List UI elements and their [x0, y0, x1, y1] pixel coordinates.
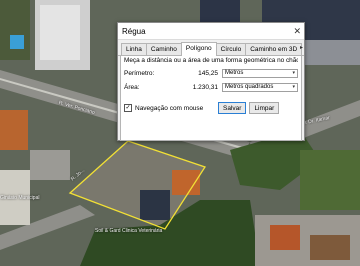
tab-path[interactable]: Caminho	[145, 43, 182, 55]
tab-bar: Linha Caminho Polígono Círculo Caminho e…	[118, 42, 304, 56]
description-text: Meça a distância ou a área de uma forma …	[124, 57, 298, 64]
chevron-down-icon: ▾	[292, 84, 295, 90]
ruler-dialog: Régua ✕ Linha Caminho Polígono Círculo C…	[117, 22, 305, 141]
chevron-down-icon: ▾	[292, 70, 295, 76]
clear-button[interactable]: Limpar	[249, 102, 280, 114]
perimeter-label: Perímetro:	[124, 69, 155, 77]
polygon-panel: Meça a distância ou a área de uma forma …	[120, 56, 302, 141]
dialog-titlebar[interactable]: Régua ✕	[118, 23, 304, 40]
place-label: Ginásio Municipal	[0, 195, 40, 201]
mouse-navigation-label: Navegação com mouse	[135, 104, 204, 112]
close-icon[interactable]: ✕	[293, 26, 301, 36]
dialog-footer: ✓ Navegação com mouse Salvar Limpar	[124, 102, 298, 114]
perimeter-value: 145,25	[198, 69, 218, 77]
perimeter-unit-select[interactable]: Metros ▾	[222, 68, 298, 78]
tab-line[interactable]: Linha	[121, 43, 147, 55]
place-label: Soil & Gard Clinica Veterinária	[95, 228, 163, 234]
area-unit-value: Metros quadrados	[225, 84, 274, 90]
area-value: 1.230,31	[192, 83, 218, 91]
perimeter-row: Perímetro: 145,25 Metros ▾	[124, 68, 298, 78]
tab-3d-path[interactable]: Caminho em 3D	[245, 43, 303, 55]
perimeter-unit-value: Metros	[225, 70, 244, 76]
area-row: Área: 1.230,31 Metros quadrados ▾	[124, 82, 298, 92]
area-unit-select[interactable]: Metros quadrados ▾	[222, 82, 298, 92]
save-button[interactable]: Salvar	[218, 102, 247, 114]
tab-circle[interactable]: Círculo	[215, 43, 247, 55]
dialog-title: Régua	[122, 26, 146, 36]
tab-scroll-right-icon[interactable]: ▸	[300, 44, 303, 51]
tab-polygon[interactable]: Polígono	[180, 42, 217, 56]
mouse-navigation-checkbox[interactable]: ✓	[124, 104, 132, 112]
area-label: Área:	[124, 83, 140, 91]
